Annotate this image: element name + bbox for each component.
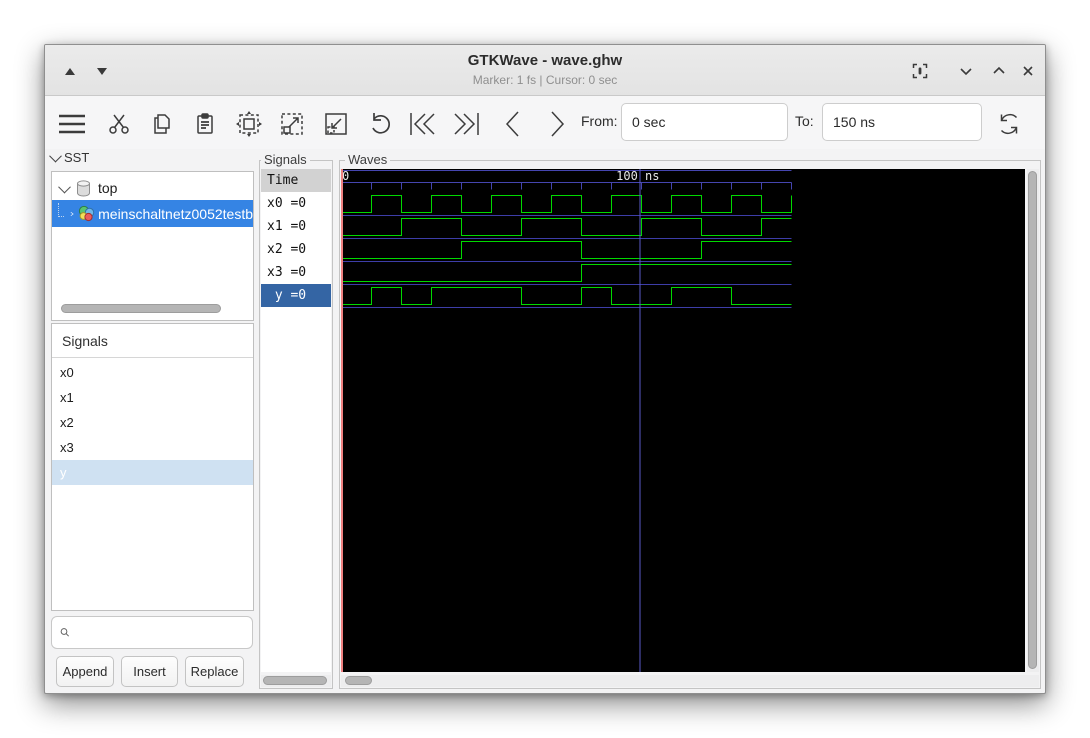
names-hscrollbar-track[interactable] [261, 675, 331, 687]
chevron-down-icon [960, 68, 972, 76]
names-row-y[interactable]: y =0 [261, 284, 331, 307]
skip-to-end-icon [454, 113, 479, 135]
svg-text:100 ns: 100 ns [616, 169, 659, 183]
close-icon [1023, 66, 1033, 76]
svg-text:0: 0 [342, 169, 349, 183]
append-button[interactable]: Append [56, 656, 114, 687]
to-label: To: [795, 113, 814, 129]
waves-vscrollbar-track[interactable] [1027, 169, 1039, 672]
sst-label: SST [64, 150, 90, 165]
headerbar: GTKWave - wave.ghw Marker: 1 fs | Cursor… [45, 45, 1045, 96]
names-hscrollbar-thumb[interactable] [263, 676, 327, 685]
scissors-icon [109, 114, 129, 134]
waveform-area[interactable]: 0 100 ns [341, 169, 1025, 672]
tree-row-testbench[interactable]: meinschaltnetz0052testb [52, 200, 253, 227]
expander-open-icon[interactable] [58, 180, 71, 193]
replace-button[interactable]: Replace [185, 656, 244, 687]
tree-guide-line [58, 202, 65, 217]
names-row-x0[interactable]: x0 =0 [261, 192, 331, 215]
search-icon [60, 628, 69, 637]
chevron-up-icon [993, 66, 1005, 74]
zoom-out-button[interactable] [316, 105, 356, 143]
signal-item-x1[interactable]: x1 [52, 385, 253, 410]
module-cylinder-icon [77, 179, 90, 197]
sst-tree-panel: top meinschaltnetz0052testb [51, 171, 254, 321]
clipboard-icon [197, 113, 213, 134]
next-edge-button[interactable] [537, 105, 577, 143]
menu-button[interactable] [52, 105, 92, 143]
hierarchy-spheres-icon [79, 205, 95, 222]
waves-vscrollbar-thumb[interactable] [1028, 171, 1037, 669]
chevron-right-icon [551, 111, 565, 137]
reload-icon [1000, 113, 1018, 135]
waves-frame-label: Waves [345, 152, 391, 167]
tree-row-top[interactable]: top [52, 176, 253, 200]
chevron-left-icon [505, 111, 519, 137]
maximize-button[interactable] [986, 59, 1012, 83]
waves-hscrollbar-track[interactable] [341, 675, 1039, 687]
sst-hscrollbar-thumb[interactable] [61, 304, 221, 313]
sst-expander-icon [49, 149, 62, 163]
zoom-out-icon [325, 113, 347, 135]
signal-item-x3[interactable]: x3 [52, 435, 253, 460]
names-list: Time x0 =0 x1 =0 x2 =0 x3 =0 y =0 [261, 169, 331, 672]
window-subtitle: Marker: 1 fs | Cursor: 0 sec [472, 73, 618, 87]
waveform-canvas[interactable]: 0 100 ns [341, 169, 1025, 672]
search-input[interactable] [76, 622, 252, 643]
window-title: GTKWave - wave.ghw [467, 52, 623, 69]
zoom-fit-button[interactable] [229, 105, 269, 143]
prev-edge-button[interactable] [493, 105, 533, 143]
waves-hscrollbar-thumb[interactable] [345, 676, 372, 685]
copy-button[interactable] [142, 105, 182, 143]
copy-icon [154, 114, 170, 134]
from-label: From: [581, 113, 618, 129]
minimize-button[interactable] [953, 59, 979, 83]
signal-item-x0[interactable]: x0 [52, 360, 253, 385]
gtkwave-window: GTKWave - wave.ghw Marker: 1 fs | Cursor… [44, 44, 1046, 694]
names-row-x2[interactable]: x2 =0 [261, 238, 331, 261]
tree-top-label: top [98, 180, 118, 196]
undo-icon [372, 113, 390, 134]
undo-button[interactable] [360, 105, 400, 143]
tree-testbench-label: meinschaltnetz0052testb [98, 205, 253, 222]
insert-button[interactable]: Insert [121, 656, 178, 687]
signal-item-x2[interactable]: x2 [52, 410, 253, 435]
go-to-end-button[interactable] [447, 105, 487, 143]
paste-button[interactable] [185, 105, 225, 143]
signal-item-y[interactable]: y [52, 460, 253, 485]
cut-button[interactable] [99, 105, 139, 143]
hamburger-icon [59, 114, 85, 134]
zoom-in-icon [281, 113, 303, 135]
names-frame-label: Signals [261, 152, 310, 167]
signal-search-box [51, 616, 253, 649]
expander-closed-icon[interactable] [70, 208, 74, 220]
names-row-x3[interactable]: x3 =0 [261, 261, 331, 284]
names-row-x1[interactable]: x1 =0 [261, 215, 331, 238]
from-input[interactable] [621, 103, 788, 141]
fullscreen-button[interactable] [907, 59, 933, 83]
signals-list-panel: Signals x0 x1 x2 x3 y [51, 323, 254, 611]
zoom-in-button[interactable] [272, 105, 312, 143]
fullscreen-icon [912, 63, 928, 79]
to-input[interactable] [822, 103, 982, 141]
reload-button[interactable] [989, 105, 1029, 143]
desktop: GTKWave - wave.ghw Marker: 1 fs | Cursor… [0, 0, 1090, 738]
go-to-start-button[interactable] [402, 105, 442, 143]
sst-section-header[interactable]: SST [49, 149, 90, 165]
skip-to-start-icon [410, 113, 435, 135]
signals-list-header: Signals [52, 324, 253, 358]
zoom-fit-icon [236, 111, 262, 137]
close-button[interactable] [1015, 59, 1041, 83]
names-row-time[interactable]: Time [261, 169, 331, 192]
